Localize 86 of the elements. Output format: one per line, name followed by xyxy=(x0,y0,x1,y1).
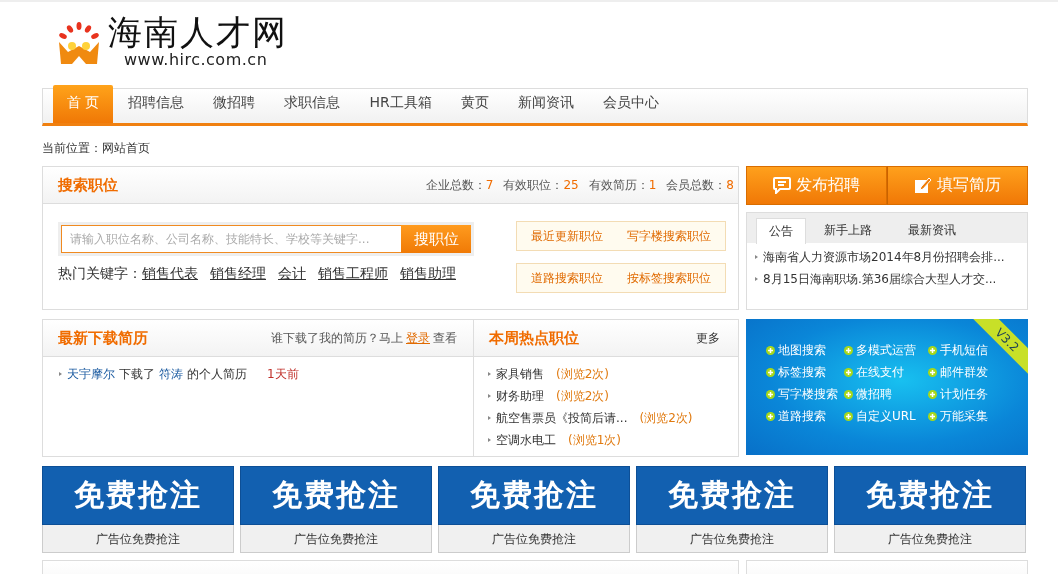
feature-label: 在线支付 xyxy=(856,364,904,381)
plus-icon xyxy=(928,345,937,355)
ad-caption[interactable]: 广告位免费抢注 xyxy=(834,525,1026,553)
plus-icon xyxy=(766,367,775,377)
stat-label: 企业总数： xyxy=(425,176,486,194)
search-field[interactable]: 请输入职位名称、公司名称、技能特长、学校等关键字... xyxy=(61,225,401,253)
ad-banner[interactable]: 免费抢注 xyxy=(240,466,432,525)
keyword-link[interactable]: 销售工程师 xyxy=(318,265,388,283)
panel-title: 本周热点职位 xyxy=(489,328,579,348)
notice-tab[interactable]: 最新资讯 xyxy=(890,218,974,243)
plus-icon xyxy=(928,389,937,399)
feature-label: 地图搜索 xyxy=(778,342,826,359)
plus-icon xyxy=(844,367,853,377)
job-link[interactable]: 航空售票员《投简后请... xyxy=(496,411,628,425)
nav-tab[interactable]: 会员中心 xyxy=(588,85,673,123)
feature-label: 多模式运营 xyxy=(856,342,916,359)
nav-tab[interactable]: 求职信息 xyxy=(270,85,355,123)
plus-icon xyxy=(766,389,775,399)
hot-keywords-label: 热门关键字： xyxy=(58,265,142,283)
keyword-link[interactable]: 销售助理 xyxy=(400,265,456,283)
feature-label: 微招聘 xyxy=(856,386,892,403)
notice-tab[interactable]: 新手上路 xyxy=(806,218,890,243)
view-count: (浏览2次) xyxy=(639,411,693,425)
plus-icon xyxy=(766,345,775,355)
panel-title: 搜索职位 xyxy=(58,175,118,195)
nav-tab[interactable]: 招聘信息 xyxy=(114,85,199,123)
stat-label: 有效简历： xyxy=(588,176,649,194)
ad-banner[interactable]: 免费抢注 xyxy=(636,466,828,525)
prompt-text: 查看 xyxy=(433,329,457,347)
plus-icon xyxy=(766,411,775,421)
person-link[interactable]: 符涛 xyxy=(159,367,183,381)
keyword-link[interactable]: 销售经理 xyxy=(210,265,266,283)
site-url: www.hirc.com.cn xyxy=(124,51,269,69)
plus-icon xyxy=(928,411,937,421)
feature-label: 自定义URL xyxy=(856,408,916,425)
download-text: 下载了 xyxy=(119,367,155,381)
view-count: (浏览2次) xyxy=(556,367,609,381)
job-link[interactable]: 财务助理 xyxy=(496,389,544,403)
site-name: 海南人才网 xyxy=(108,13,288,51)
feature-label: 手机短信 xyxy=(940,342,988,359)
download-text: 的个人简历 xyxy=(187,367,247,381)
ad-caption[interactable]: 广告位免费抢注 xyxy=(636,525,828,553)
view-count: (浏览1次) xyxy=(568,433,621,447)
more-link[interactable]: 更多 xyxy=(696,329,720,347)
company-link[interactable]: 天宇摩尔 xyxy=(67,367,115,381)
feature-label: 写字楼搜索 xyxy=(778,386,838,403)
feature-label: 邮件群发 xyxy=(940,364,988,381)
stat-label: 会员总数： xyxy=(666,176,727,194)
plus-icon xyxy=(844,389,853,399)
keyword-link[interactable]: 销售代表 xyxy=(142,265,198,283)
feature-label: 计划任务 xyxy=(940,386,988,403)
panel-title: 最新下载简历 xyxy=(58,328,148,348)
view-count: (浏览2次) xyxy=(556,389,609,403)
nav-tab[interactable]: 黄页 xyxy=(446,85,503,123)
ad-banner[interactable]: 免费抢注 xyxy=(834,466,1026,525)
nav-tab[interactable]: 新闻资讯 xyxy=(503,85,588,123)
notice-link[interactable]: 海南省人力资源市场2014年8月份招聘会排... xyxy=(753,246,1027,268)
stat-value: 1 xyxy=(648,178,657,192)
ad-banner[interactable]: 免费抢注 xyxy=(438,466,630,525)
ad-caption[interactable]: 广告位免费抢注 xyxy=(240,525,432,553)
plus-icon xyxy=(844,345,853,355)
stat-label: 有效职位： xyxy=(503,176,564,194)
ad-banner[interactable]: 免费抢注 xyxy=(42,466,234,525)
stat-value: 8 xyxy=(726,178,734,192)
plus-icon xyxy=(928,367,937,377)
job-link[interactable]: 空调水电工 xyxy=(496,433,556,447)
prompt-text: 谁下载了我的简历？马上 xyxy=(271,329,403,347)
logo-icon xyxy=(56,22,102,66)
keyword-link[interactable]: 会计 xyxy=(278,265,306,283)
feature-label: 万能采集 xyxy=(940,408,988,425)
notice-link[interactable]: 8月15日海南职场.第36届综合大型人才交... xyxy=(753,268,1027,290)
feature-label: 标签搜索 xyxy=(778,364,826,381)
plus-icon xyxy=(844,411,853,421)
notice-tab[interactable]: 公告 xyxy=(756,218,806,244)
feature-label: 道路搜索 xyxy=(778,408,826,425)
nav-tab[interactable]: 微招聘 xyxy=(199,85,270,123)
job-link[interactable]: 家具销售 xyxy=(496,367,544,381)
edit-icon xyxy=(914,177,932,194)
ad-caption[interactable]: 广告位免费抢注 xyxy=(42,525,234,553)
stat-value: 7 xyxy=(485,178,494,192)
stat-value: 25 xyxy=(563,178,579,192)
breadcrumb: 当前位置：网站首页 xyxy=(42,140,151,156)
nav-tab[interactable]: HR工具箱 xyxy=(355,85,446,123)
speech-bubble-icon xyxy=(773,177,791,194)
ad-caption[interactable]: 广告位免费抢注 xyxy=(438,525,630,553)
time-text: 1天前 xyxy=(267,367,299,381)
